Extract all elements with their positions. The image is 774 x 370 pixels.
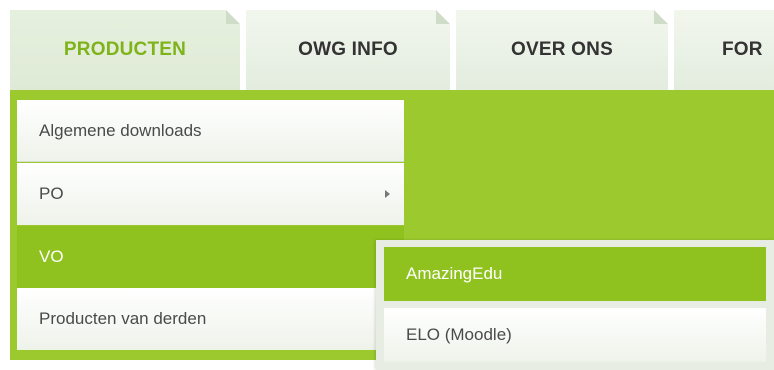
tab-label: PRODUCTEN bbox=[63, 39, 187, 60]
tab-for[interactable]: FOR bbox=[674, 10, 774, 90]
dropdown-item-label: VO bbox=[39, 247, 64, 266]
dropdown-item-algemene-downloads[interactable]: Algemene downloads bbox=[17, 100, 404, 162]
submenu-item-label: AmazingEdu bbox=[406, 264, 503, 283]
vo-submenu: AmazingEdu ELO (Moodle) bbox=[376, 240, 774, 370]
dropdown-item-producten-van-derden[interactable]: Producten van derden bbox=[17, 288, 404, 350]
tab-over-ons[interactable]: OVER ONS bbox=[456, 10, 668, 90]
dropdown-item-label: Producten van derden bbox=[39, 309, 207, 328]
submenu-item-elo-moodle[interactable]: ELO (Moodle) bbox=[384, 308, 766, 362]
submenu-item-label: ELO (Moodle) bbox=[406, 325, 512, 344]
submenu-item-amazingedu[interactable]: AmazingEdu bbox=[384, 247, 766, 301]
tab-label: OVER ONS bbox=[511, 39, 613, 60]
tab-label: OWG INFO bbox=[298, 39, 398, 60]
tab-producten[interactable]: PRODUCTEN bbox=[10, 10, 240, 90]
tab-corner-fold bbox=[226, 10, 240, 24]
dropdown-item-vo[interactable]: VO bbox=[17, 226, 404, 288]
producten-dropdown: Algemene downloads PO VO Producten van d… bbox=[10, 90, 404, 360]
tab-corner-fold bbox=[436, 10, 450, 24]
dropdown-item-label: Algemene downloads bbox=[39, 120, 202, 140]
tab-label: FOR bbox=[722, 39, 763, 60]
dropdown-item-label: PO bbox=[39, 184, 64, 203]
tab-corner-fold bbox=[654, 10, 668, 24]
main-navigation: PRODUCTEN OWG INFO OVER ONS FOR bbox=[10, 10, 774, 94]
chevron-right-icon bbox=[385, 190, 390, 198]
dropdown-item-po[interactable]: PO bbox=[17, 163, 404, 225]
tab-owg-info[interactable]: OWG INFO bbox=[246, 10, 450, 90]
